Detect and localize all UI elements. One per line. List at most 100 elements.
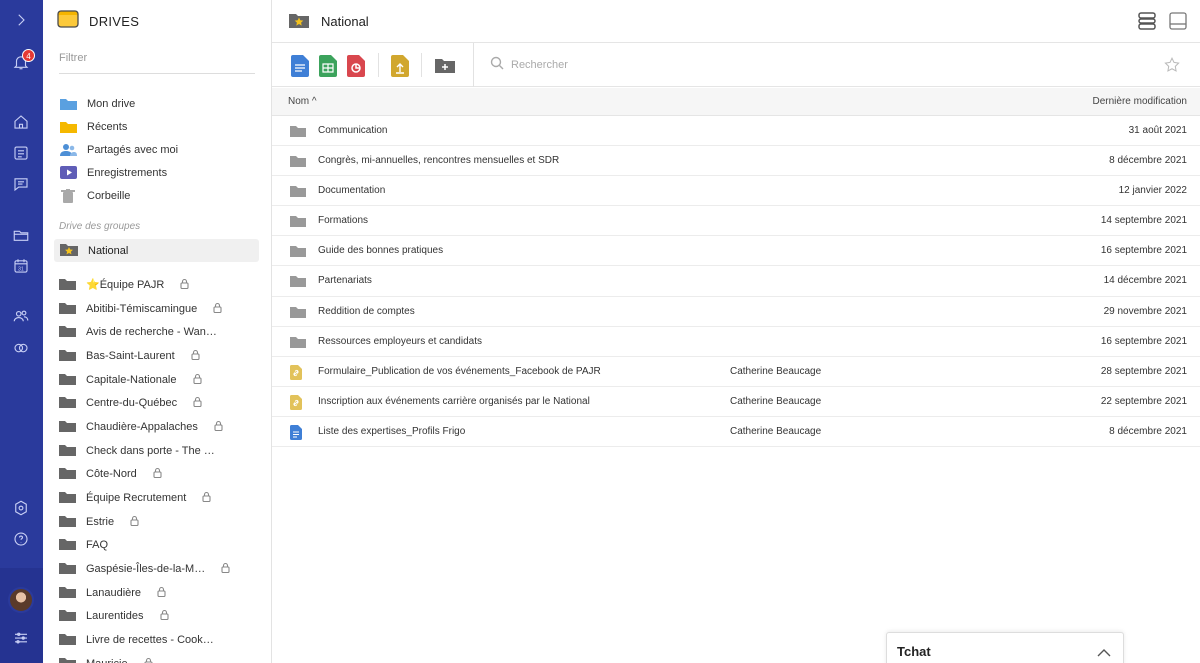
column-modified-header[interactable]: Dernière modification: [1093, 96, 1188, 107]
settings-icon[interactable]: [10, 497, 32, 519]
left-rail: 4 31: [0, 0, 43, 663]
group-label: Avis de recherche - Wan…: [86, 326, 217, 339]
group-item[interactable]: Centre-du-Québec: [59, 391, 259, 415]
nav-item-enregistrements[interactable]: Enregistrements: [59, 161, 259, 184]
row-name[interactable]: Guide des bonnes pratiques: [318, 245, 443, 256]
row-date: 29 novembre 2021: [1103, 305, 1187, 317]
table-row[interactable]: Ressources employeurs et candidats 16 sep…: [272, 327, 1200, 357]
home-icon[interactable]: [10, 111, 32, 133]
chevron-right-icon[interactable]: [10, 9, 32, 31]
chevron-up-icon[interactable]: [1097, 645, 1111, 663]
table-row[interactable]: Formations 14 septembre 2021: [272, 206, 1200, 237]
table-row[interactable]: Liste des expertises_Profils Frigo Cather…: [272, 417, 1200, 448]
lock-icon: [180, 278, 189, 292]
lock-icon: [213, 302, 222, 316]
row-name[interactable]: Partenariats: [318, 275, 372, 286]
table-row[interactable]: Guide des bonnes pratiques 16 septembre 2…: [272, 236, 1200, 267]
search-icon: [490, 56, 504, 73]
row-name[interactable]: Formations: [318, 215, 368, 226]
table-row[interactable]: Partenariats 14 décembre 2021: [272, 266, 1200, 297]
toolbar-divider: [378, 53, 379, 77]
search-input[interactable]: Rechercher: [511, 59, 568, 71]
group-item[interactable]: Équipe Recrutement: [59, 486, 259, 510]
chat-icon[interactable]: [10, 173, 32, 195]
group-item[interactable]: Capitale-Nationale: [59, 368, 259, 392]
panel-toggle-icon[interactable]: [1168, 11, 1188, 36]
nav-label: Enregistrements: [87, 166, 168, 179]
row-name[interactable]: Liste des expertises_Profils Frigo: [318, 426, 465, 437]
chat-widget[interactable]: Tchat: [886, 632, 1124, 663]
group-item[interactable]: Bas-Saint-Laurent: [59, 344, 259, 368]
sliders-icon[interactable]: [10, 627, 32, 649]
folder-icon: [59, 608, 76, 624]
new-document-icon[interactable]: [291, 55, 309, 77]
circles-icon[interactable]: [10, 337, 32, 359]
row-name[interactable]: Ressources employeurs et candidats: [318, 336, 482, 347]
avatar[interactable]: [8, 587, 34, 613]
nav-item-recents[interactable]: Récents: [59, 115, 259, 138]
filter-input[interactable]: Filtrer: [59, 52, 255, 74]
nav-item-partages[interactable]: Partagés avec moi: [59, 138, 259, 161]
group-item[interactable]: Laurentides: [59, 605, 259, 629]
search-box[interactable]: Rechercher: [490, 56, 568, 73]
row-name[interactable]: Reddition de comptes: [318, 306, 415, 317]
table-row[interactable]: Inscription aux événements carrière orga…: [272, 387, 1200, 417]
group-item[interactable]: ⭐Équipe PAJR: [59, 273, 259, 297]
nav-item-mon-drive[interactable]: Mon drive: [59, 92, 259, 115]
lock-icon: [144, 657, 153, 663]
group-label: Gaspésie-Îles-de-la-M…: [86, 563, 206, 576]
star-icon[interactable]: [1163, 56, 1181, 79]
new-presentation-icon[interactable]: [347, 55, 365, 77]
group-item[interactable]: Abitibi-Témiscamingue: [59, 297, 259, 321]
group-label: Livre de recettes - Cook…: [86, 634, 214, 647]
folder-yellow-icon: [59, 120, 77, 134]
row-name[interactable]: Documentation: [318, 185, 385, 196]
shared-users-icon: [59, 143, 77, 157]
upload-icon[interactable]: [391, 55, 409, 77]
group-item[interactable]: Chaudière-Appalaches: [59, 415, 259, 439]
group-label: Estrie: [86, 515, 115, 528]
folder-icon: [59, 324, 76, 340]
group-item[interactable]: Gaspésie-Îles-de-la-M…: [59, 557, 259, 581]
group-item[interactable]: Livre de recettes - Cook…: [59, 628, 259, 652]
list-view-icon[interactable]: [1137, 11, 1157, 36]
toolbar-divider: [421, 53, 422, 77]
help-icon[interactable]: [10, 528, 32, 550]
new-folder-icon[interactable]: [435, 57, 455, 79]
row-name[interactable]: Communication: [318, 125, 387, 136]
folder-icon: [290, 214, 306, 230]
table-row[interactable]: Documentation 12 janvier 2022: [272, 176, 1200, 207]
lock-icon: [193, 396, 202, 410]
table-row[interactable]: Reddition de comptes 29 novembre 2021: [272, 297, 1200, 327]
group-item[interactable]: Lanaudière: [59, 581, 259, 605]
drive-icon[interactable]: [10, 224, 32, 246]
group-item[interactable]: Estrie: [59, 510, 259, 534]
new-spreadsheet-icon[interactable]: [319, 55, 337, 77]
calendar-icon[interactable]: 31: [10, 255, 32, 277]
row-name[interactable]: Congrès, mi-annuelles, rencontres mensue…: [318, 155, 559, 166]
people-icon[interactable]: [10, 305, 32, 327]
row-name[interactable]: Inscription aux événements carrière orga…: [318, 396, 590, 407]
news-icon[interactable]: [10, 142, 32, 164]
table-row[interactable]: Communication 31 août 2021: [272, 116, 1200, 147]
group-item-national[interactable]: National: [54, 239, 259, 262]
group-item[interactable]: Côte-Nord: [59, 463, 259, 487]
folder-icon: [290, 124, 306, 140]
row-date: 16 septembre 2021: [1100, 335, 1187, 347]
group-label: Check dans porte - The …: [86, 444, 215, 457]
group-item[interactable]: Mauricie: [59, 652, 259, 663]
folder-icon: [59, 466, 76, 482]
group-item[interactable]: Check dans porte - The …: [59, 439, 259, 463]
row-name[interactable]: Formulaire_Publication de vos événements…: [318, 366, 601, 377]
drive-folder-icon: [57, 9, 79, 34]
group-item[interactable]: FAQ: [59, 534, 259, 558]
table-row[interactable]: Formulaire_Publication de vos événements…: [272, 357, 1200, 387]
column-name-header[interactable]: Nom ^: [288, 96, 317, 107]
row-owner: Catherine Beaucage: [730, 365, 822, 377]
star-folder-icon: [60, 242, 78, 259]
notification-badge: 4: [22, 49, 35, 62]
svg-text:31: 31: [18, 267, 24, 273]
nav-item-corbeille[interactable]: Corbeille: [59, 184, 259, 207]
group-item[interactable]: Avis de recherche - Wan…: [59, 320, 259, 344]
table-row[interactable]: Congrès, mi-annuelles, rencontres mensue…: [272, 146, 1200, 177]
